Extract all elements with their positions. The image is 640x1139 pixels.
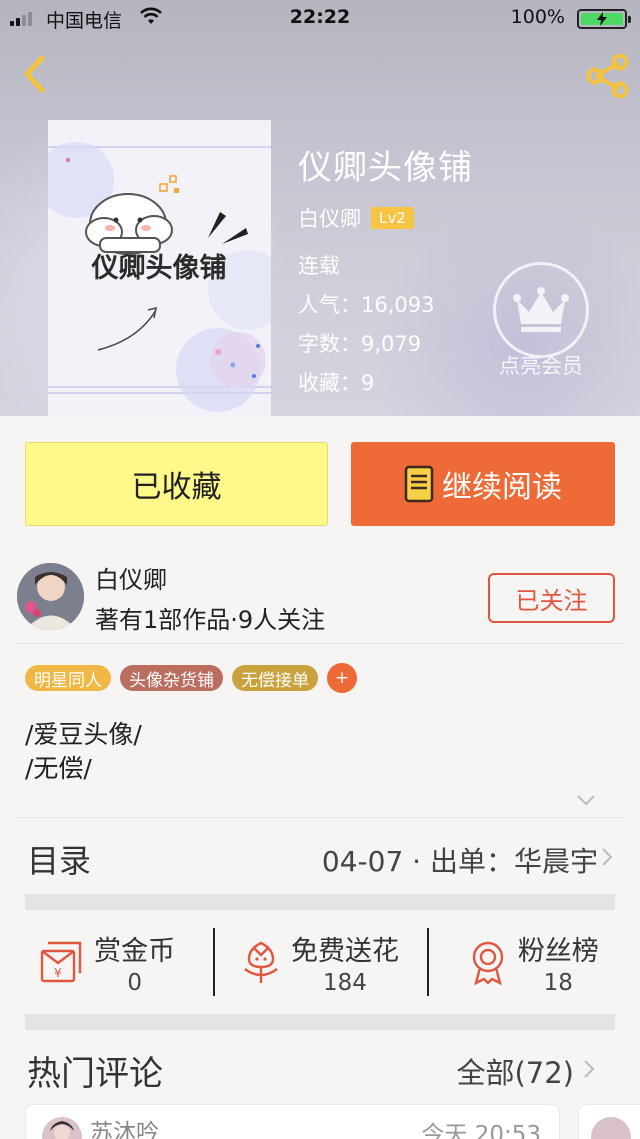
tag-chip[interactable]: 明星同人 [25,665,111,691]
tag-list: 明星同人 头像杂货铺 无偿接单 + [25,663,357,693]
chevron-right-icon [602,848,613,866]
svg-text:¥: ¥ [54,966,62,980]
comments-header: 热门评论 全部(72) [0,1036,640,1106]
send-flower-button[interactable]: 免费送花 184 [213,912,426,1012]
comment-time: 今天 20:53 [421,1122,541,1139]
medal-icon [472,941,504,985]
collected-button[interactable]: 已收藏 [25,442,328,526]
book-cover[interactable]: 仪卿头像铺 [48,120,271,416]
follow-label: 已关注 [515,586,588,615]
book-info: 仪卿头像铺 白仪卿 Lv2 连载 人气：16,093 字数：9,079 收藏：9 [298,140,473,403]
book-header: 中国电信 22:22 100% 仪卿头像铺 仪卿头像铺 白仪卿 Lv2 连载 人… [0,0,640,416]
level-badge: Lv2 [371,207,414,229]
chevron-right-icon [584,1060,595,1078]
commenter-name[interactable]: 苏沐吟 [90,1113,159,1139]
charging-bolt-icon [597,12,607,26]
latest-chapter: 04-07 · 出单：华晨宇 [321,845,598,878]
flower-icon [244,941,278,983]
section-separator [25,1014,615,1030]
fan-ranking-button[interactable]: 粉丝榜 18 [426,912,640,1012]
author-card: 白仪卿 著有1部作品·9人关注 已关注 [0,550,640,640]
favorites-stat: 收藏：9 [298,371,375,395]
description-line: /爱豆头像/ [25,720,142,749]
follow-button[interactable]: 已关注 [488,573,615,623]
word-count-stat: 字数：9,079 [298,332,422,356]
continue-reading-button[interactable]: 继续阅读 [351,442,615,526]
book-icon [404,465,434,503]
catalog-title: 目录 [27,842,92,880]
cover-artwork: 仪卿头像铺 [48,142,271,412]
author-avatar[interactable] [17,563,84,630]
battery-icon [577,9,631,29]
catalog-row[interactable]: 目录 04-07 · 出单：华晨宇 [0,818,640,894]
popularity-stat: 人气：16,093 [298,293,435,317]
tag-chip[interactable]: 头像杂货铺 [120,665,223,691]
serial-status: 连载 [298,254,340,278]
reward-value: 184 [323,969,367,996]
share-icon [586,54,629,98]
status-bar: 中国电信 22:22 100% [0,0,640,36]
action-bar: 已收藏 继续阅读 [0,416,640,540]
book-title: 仪卿头像铺 [298,148,473,188]
reward-bar: ¥ 赏金币 0 免费送花 184 粉丝榜 18 [0,912,640,1012]
author-name[interactable]: 白仪卿 [298,203,361,233]
reward-label: 赏金币 [94,935,176,967]
commenter-avatar[interactable] [42,1117,82,1139]
reward-value: 18 [543,969,573,996]
reward-label: 粉丝榜 [517,935,599,967]
comment-card[interactable] [578,1104,640,1139]
reward-coins-button[interactable]: ¥ 赏金币 0 [0,912,213,1012]
red-envelope-yen-icon: ¥ [40,941,82,983]
comment-card[interactable]: 苏沐吟 今天 20:53 [25,1104,560,1139]
vip-label: 点亮会员 [499,354,583,378]
book-description: /爱豆头像/ /无偿/ [25,718,142,786]
description-line: /无偿/ [25,754,92,783]
comments-title: 热门评论 [27,1054,163,1094]
reward-label: 免费送花 [290,935,399,967]
commenter-avatar[interactable] [591,1117,631,1139]
author-name[interactable]: 白仪卿 [95,560,167,595]
reward-value: 0 [127,969,142,996]
vip-button[interactable]: 点亮会员 [490,262,592,380]
avatar-image [17,563,84,630]
author-line: 白仪卿 Lv2 [298,203,473,233]
tag-chip[interactable]: 无偿接单 [232,665,318,691]
book-meta: 连载 人气：16,093 字数：9,079 收藏：9 [298,247,473,403]
add-tag-button[interactable]: + [327,663,357,693]
back-button[interactable] [14,52,54,96]
continue-reading-label: 继续阅读 [442,470,562,505]
crown-icon [493,262,589,358]
chevron-left-icon [24,55,45,93]
section-separator [25,894,615,910]
all-comments-link[interactable]: 全部(72) [456,1050,574,1092]
author-stats: 著有1部作品·9人关注 [95,606,326,634]
collected-label: 已收藏 [131,470,222,505]
cover-title-text: 仪卿头像铺 [91,253,227,284]
battery-percent: 100% [510,6,565,28]
expand-chevron-icon[interactable] [576,793,596,807]
share-button[interactable] [584,52,632,100]
divider [16,643,624,644]
